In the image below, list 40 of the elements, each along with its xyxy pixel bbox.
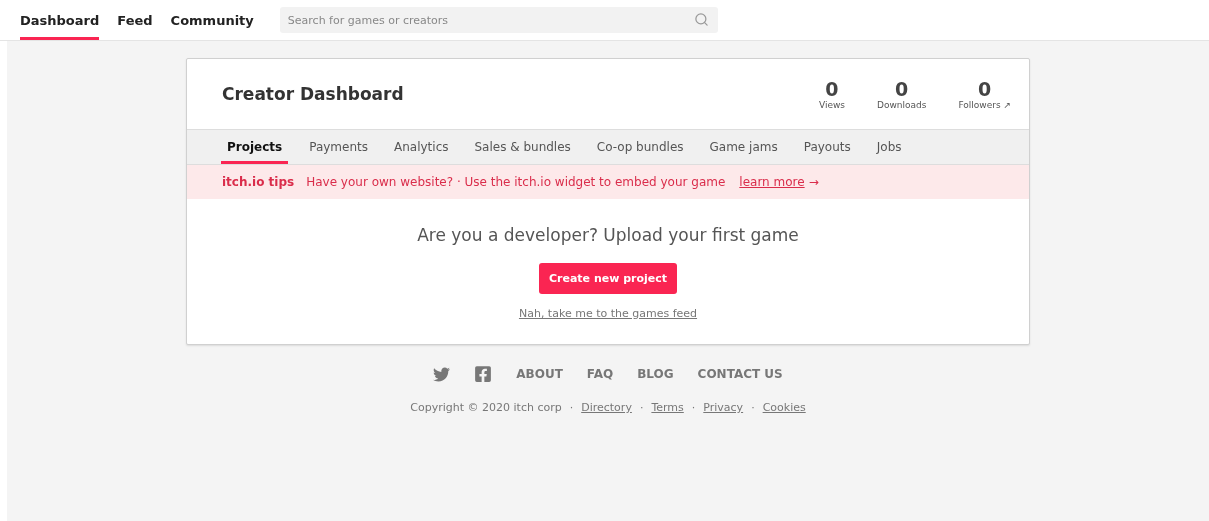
footer-legal-link[interactable]: Terms: [651, 401, 684, 414]
footer-legal-link[interactable]: Cookies: [762, 401, 806, 414]
tab[interactable]: Payments: [296, 130, 381, 164]
twitter-icon[interactable]: [433, 365, 451, 383]
stat-value: 0: [978, 78, 992, 100]
facebook-icon[interactable]: [474, 365, 493, 383]
learn-more-link[interactable]: learn more: [739, 175, 805, 189]
footer-legal-link[interactable]: Directory: [581, 401, 632, 414]
stat-label[interactable]: Followers ↗: [958, 100, 1011, 110]
tip-text: Have your own website? · Use the itch.io widget to embed your game: [306, 175, 726, 189]
footer-link[interactable]: FAQ: [586, 367, 614, 381]
empty-heading: Are you a developer? Upload your first game: [417, 225, 799, 245]
create-project-button[interactable]: Create new project: [538, 263, 678, 294]
footer-link[interactable]: CONTACT US: [697, 367, 783, 381]
tab[interactable]: Analytics: [381, 130, 462, 164]
footer-link[interactable]: ABOUT: [516, 367, 563, 381]
stat-value: 0: [825, 78, 839, 100]
page-title: Creator Dashboard: [222, 84, 405, 104]
copyright-text: Copyright © 2020 itch corp: [410, 401, 562, 414]
tab[interactable]: Payouts: [790, 130, 864, 164]
games-feed-link[interactable]: Nah, take me to the games feed: [518, 307, 698, 320]
tab[interactable]: Jobs: [863, 130, 915, 164]
separator-dot: ·: [691, 401, 696, 414]
footer-link[interactable]: BLOG: [637, 367, 674, 381]
arrow-glyph: →: [808, 175, 819, 189]
tip-heading: itch.io tips: [222, 175, 295, 189]
tab[interactable]: Game jams: [696, 130, 791, 164]
stat-label: Views: [818, 100, 845, 110]
separator-dot: ·: [569, 401, 574, 414]
separator-dot: ·: [751, 401, 755, 414]
tab[interactable]: Sales & bundles: [461, 130, 584, 164]
nav-link[interactable]: Feed: [117, 0, 153, 40]
stat-value: 0: [895, 78, 909, 100]
nav-link[interactable]: Community: [170, 0, 254, 40]
stat-label: Downloads: [877, 100, 927, 110]
tab[interactable]: Co-op bundles: [583, 130, 697, 164]
search-icon[interactable]: [693, 12, 709, 27]
separator-dot: ·: [639, 401, 644, 414]
search-field[interactable]: Search for games or creators: [279, 7, 718, 33]
footer-legal-link[interactable]: Privacy: [703, 401, 744, 414]
